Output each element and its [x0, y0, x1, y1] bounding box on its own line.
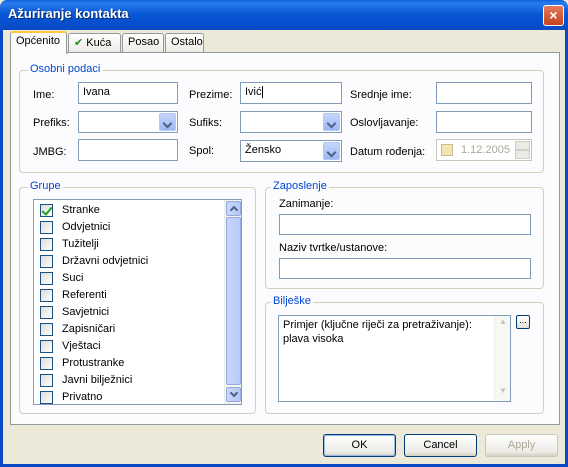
datum-checkbox[interactable] [441, 144, 453, 156]
srednje-ime-label: Srednje ime: [350, 89, 412, 101]
tab-label: Posao [128, 36, 160, 48]
prefiks-label: Prefiks: [33, 117, 70, 129]
personal-group-title: Osobni podaci [28, 63, 103, 75]
tab-label: Ostalo [171, 36, 203, 48]
checkbox[interactable] [40, 204, 53, 217]
checkbox[interactable] [40, 255, 53, 268]
spin-down-icon[interactable] [515, 150, 530, 159]
checkbox[interactable] [40, 272, 53, 285]
list-item-label: Odvjetnici [62, 221, 111, 233]
prezime-label: Prezime: [189, 89, 233, 101]
notes-group-title: Bilješke [271, 295, 313, 307]
groups-group-title: Grupe [28, 180, 63, 192]
datum-picker[interactable]: 1.12.2005 [436, 139, 532, 161]
scroll-up-icon[interactable]: ▲ [497, 317, 509, 330]
list-item-label: Savjetnici [62, 306, 110, 318]
checkbox[interactable] [40, 289, 53, 302]
tvrtka-label: Naziv tvrtke/ustanove: [279, 242, 388, 254]
tab-kuca[interactable]: ✔ Kuća [68, 33, 121, 52]
zanimanje-label: Zanimanje: [279, 198, 334, 210]
checkmark-icon: ✔ [74, 37, 84, 49]
datum-label: Datum rođenja: [350, 146, 426, 158]
tab-opcenito[interactable]: Općenito [10, 31, 67, 54]
list-item-label: Javni bilježnici [62, 374, 133, 386]
spol-value: Žensko [245, 144, 282, 156]
text-cursor: ​ [261, 86, 263, 98]
list-item-label: Državni odvjetnici [62, 255, 149, 267]
datum-value: 1.12.2005 [461, 144, 510, 156]
ok-button[interactable]: OK [323, 434, 396, 457]
scroll-down-icon[interactable] [226, 387, 241, 402]
checkbox[interactable] [40, 221, 53, 234]
groups-scrollbar[interactable] [224, 200, 241, 404]
tab-ostalo[interactable]: Ostalo [165, 33, 204, 52]
list-item-label: Referenti [62, 289, 107, 301]
notes-text: Primjer (ključne riječi za pretraživanje… [283, 319, 472, 345]
checkbox[interactable] [40, 340, 53, 353]
ime-label: Ime: [33, 89, 55, 101]
tab-label: Kuća [86, 37, 112, 49]
tab-posao[interactable]: Posao [122, 33, 164, 52]
spol-dropdown[interactable]: Žensko [240, 140, 342, 162]
prezime-field[interactable]: Ivić​ [240, 82, 342, 104]
list-item-label: Vještaci [62, 340, 101, 352]
sufiks-label: Sufiks: [189, 117, 223, 129]
spin-up-icon[interactable] [515, 141, 530, 150]
oslovljavanje-label: Oslovljavanje: [350, 117, 419, 129]
close-icon: × [549, 7, 558, 23]
prefiks-dropdown[interactable] [78, 111, 178, 133]
scroll-up-icon[interactable] [226, 201, 241, 216]
srednje-ime-field[interactable] [436, 82, 532, 104]
window-title: Ažuriranje kontakta [8, 6, 129, 21]
checkbox[interactable] [40, 306, 53, 319]
checkbox[interactable] [40, 238, 53, 251]
ime-field[interactable]: Ivana [78, 82, 178, 104]
list-item-label: Stranke [62, 204, 100, 216]
expand-notes-button[interactable]: ... [516, 315, 530, 329]
checkbox[interactable] [40, 374, 53, 387]
checkbox[interactable] [40, 391, 53, 404]
scroll-thumb[interactable] [226, 217, 241, 385]
chevron-down-icon[interactable] [159, 113, 176, 131]
tab-label: Općenito [16, 35, 61, 47]
employment-group-title: Zaposlenje [271, 180, 329, 192]
zanimanje-field[interactable] [279, 214, 531, 235]
chevron-down-icon[interactable] [323, 142, 340, 160]
spol-label: Spol: [189, 145, 215, 157]
apply-button[interactable]: Apply [485, 434, 558, 457]
close-button[interactable]: × [543, 5, 564, 26]
tvrtka-field[interactable] [279, 258, 531, 279]
cancel-button[interactable]: Cancel [404, 434, 477, 457]
notes-textarea[interactable]: Primjer (ključne riječi za pretraživanje… [278, 315, 511, 402]
scroll-down-icon[interactable]: ▼ [497, 386, 509, 399]
list-item-label: Zapisničari [62, 323, 116, 335]
list-item-label: Protustranke [62, 357, 125, 369]
jmbg-field[interactable] [78, 139, 178, 161]
list-item-label: Suci [62, 272, 84, 284]
list-item-label: Privatno [62, 391, 103, 403]
prezime-value: Ivić [245, 86, 262, 98]
checkbox[interactable] [40, 323, 53, 336]
notes-scrollbar[interactable]: ▲ ▼ [494, 316, 510, 401]
list-item-label: Tužitelji [62, 238, 99, 250]
chevron-down-icon[interactable] [323, 113, 340, 131]
sufiks-dropdown[interactable] [240, 111, 342, 133]
checkbox[interactable] [40, 357, 53, 370]
jmbg-label: JMBG: [33, 146, 67, 158]
groups-list[interactable]: Stranke Odvjetnici Tužitelji Državni odv… [33, 199, 242, 405]
oslovljavanje-field[interactable] [436, 111, 532, 133]
